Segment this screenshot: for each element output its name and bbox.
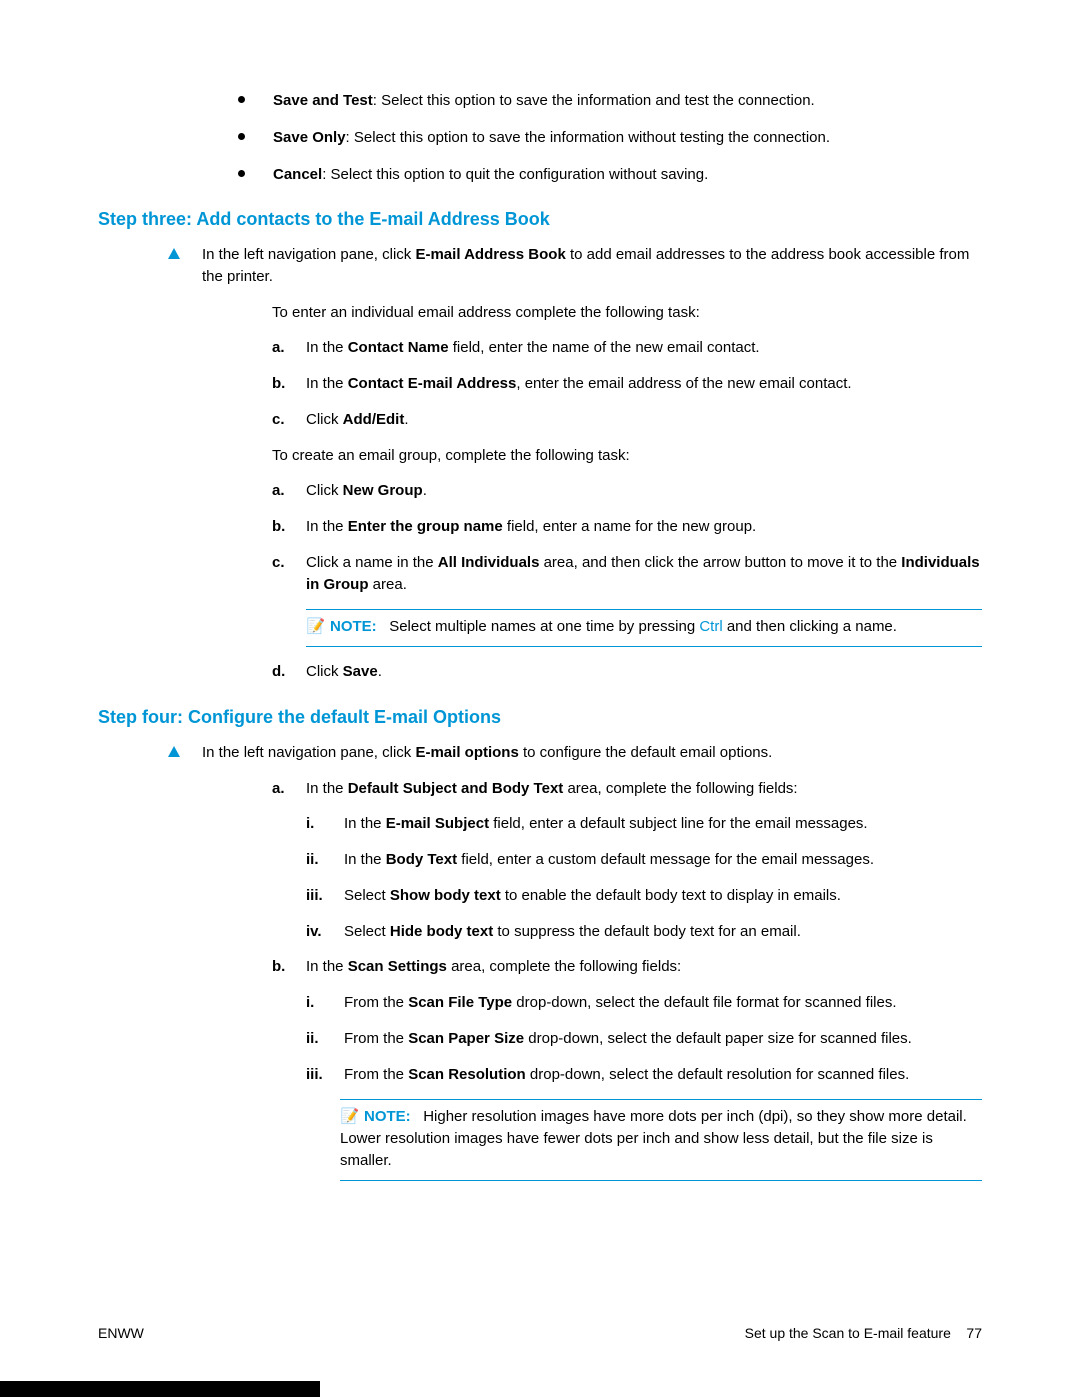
bullet-cancel: Cancel: Select this option to quit the c… [238, 164, 982, 185]
list-item: ii.From the Scan Paper Size drop-down, s… [306, 1028, 982, 1050]
step-four-intro: In the left navigation pane, click E-mai… [202, 742, 772, 764]
bullet-save-test: Save and Test: Select this option to sav… [238, 90, 982, 111]
options-bullet-list: Save and Test: Select this option to sav… [238, 90, 982, 185]
list-item: a.Click New Group. [272, 480, 982, 502]
step-three-intro: In the left navigation pane, click E-mai… [202, 244, 982, 288]
step-four-heading: Step four: Configure the default E-mail … [98, 707, 982, 728]
note-label: NOTE: [330, 618, 377, 635]
list-item: b.In the Scan Settings area, complete th… [272, 956, 982, 978]
list-item: c.Click a name in the All Individuals ar… [272, 552, 982, 596]
list-item: i.From the Scan File Type drop-down, sel… [306, 992, 982, 1014]
note-label: NOTE: [364, 1108, 411, 1125]
group-intro: To create an email group, complete the f… [272, 445, 982, 467]
bullet-text: : Select this option to save the informa… [346, 129, 830, 146]
list-item: iii.Select Show body text to enable the … [306, 885, 982, 907]
list-item: a.In the Contact Name field, enter the n… [272, 337, 982, 359]
note-icon: 📝 [340, 1106, 360, 1128]
step-three-heading: Step three: Add contacts to the E-mail A… [98, 209, 982, 230]
list-item: c.Click Add/Edit. [272, 409, 982, 431]
list-item: a.In the Default Subject and Body Text a… [272, 778, 982, 800]
list-item: b.In the Enter the group name field, ent… [272, 516, 982, 538]
list-item: d.Click Save. [272, 661, 982, 683]
document-page: Save and Test: Select this option to sav… [0, 0, 1080, 1397]
list-item: iii.From the Scan Resolution drop-down, … [306, 1064, 982, 1086]
list-item: ii.In the Body Text field, enter a custo… [306, 849, 982, 871]
bullet-icon [238, 133, 245, 140]
footer-left: ENWW [98, 1325, 144, 1341]
bullet-text: : Select this option to quit the configu… [322, 166, 708, 183]
note-callout-resolution: 📝NOTE: Higher resolution images have mor… [340, 1099, 982, 1180]
step-three-block: In the left navigation pane, click E-mai… [168, 244, 982, 683]
individual-intro: To enter an individual email address com… [272, 302, 982, 324]
bullet-bold: Cancel [273, 166, 322, 183]
bullet-bold: Save and Test [273, 92, 373, 109]
page-footer: ENWW Set up the Scan to E-mail feature 7… [98, 1325, 982, 1341]
bullet-icon [238, 96, 245, 103]
note-callout-ctrl: 📝NOTE: Select multiple names at one time… [306, 609, 982, 647]
bullet-icon [238, 170, 245, 177]
bullet-save-only: Save Only: Select this option to save th… [238, 127, 982, 148]
bullet-text: : Select this option to save the informa… [373, 92, 815, 109]
bullet-bold: Save Only [273, 129, 346, 146]
note-icon: 📝 [306, 616, 326, 638]
redaction-bar [0, 1381, 320, 1397]
triangle-icon [168, 746, 180, 757]
list-item: i.In the E-mail Subject field, enter a d… [306, 813, 982, 835]
step-four-block: In the left navigation pane, click E-mai… [168, 742, 982, 1181]
ctrl-key: Ctrl [699, 618, 722, 635]
list-item: iv.Select Hide body text to suppress the… [306, 921, 982, 943]
triangle-icon [168, 248, 180, 259]
page-number: 77 [966, 1325, 982, 1341]
note-text: Higher resolution images have more dots … [340, 1108, 967, 1169]
footer-right: Set up the Scan to E-mail feature 77 [745, 1325, 982, 1341]
list-item: b.In the Contact E-mail Address, enter t… [272, 373, 982, 395]
